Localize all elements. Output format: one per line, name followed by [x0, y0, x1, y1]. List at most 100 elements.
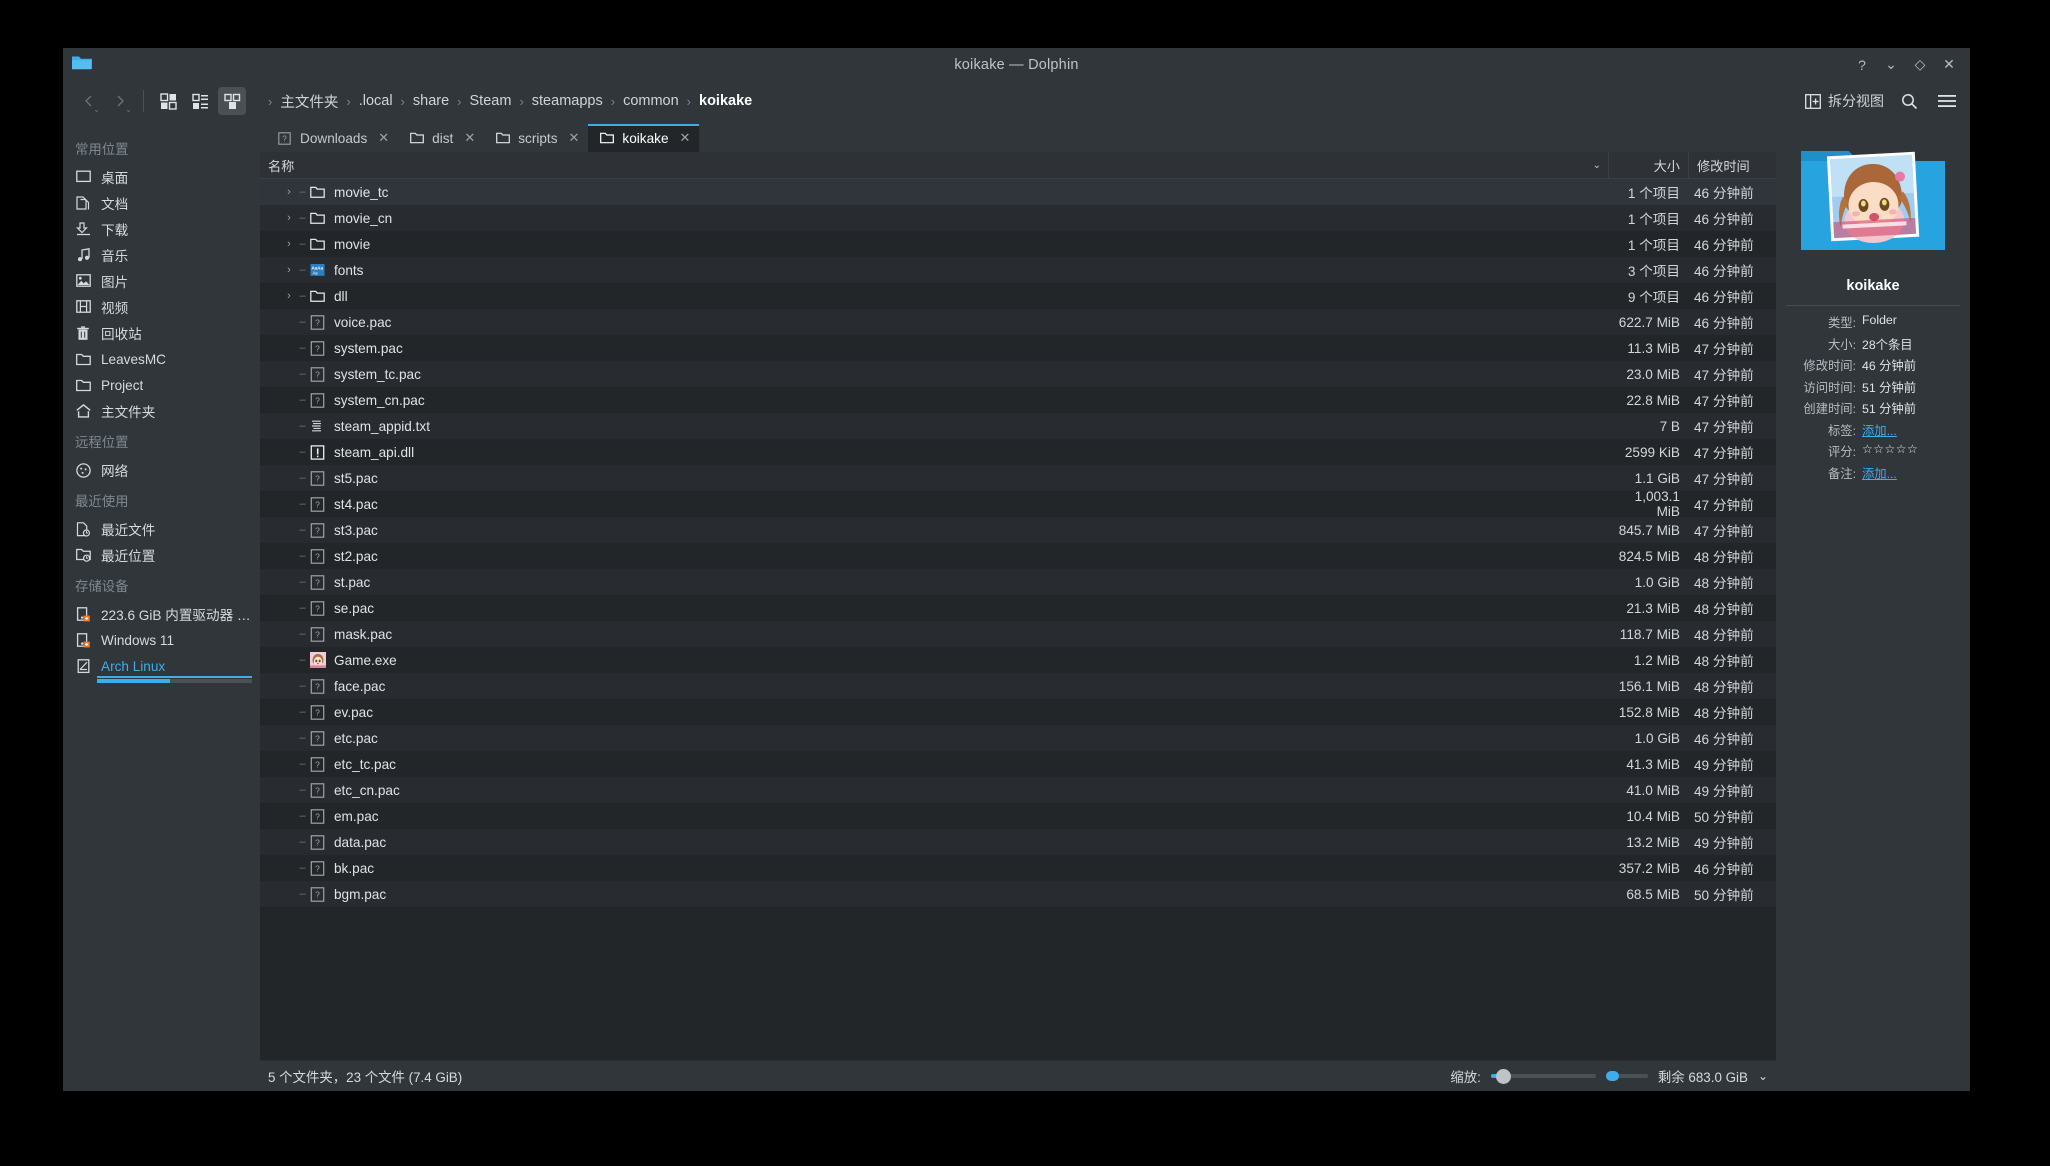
tab-koikake[interactable]: koikake ✕: [588, 124, 700, 152]
breadcrumb-item-6[interactable]: koikake: [698, 91, 753, 111]
column-header-date[interactable]: 修改时间: [1688, 151, 1776, 179]
table-row[interactable]: –? system.pac 11.3 MiB 47 分钟前: [260, 335, 1776, 361]
tab-close-icon[interactable]: ✕: [378, 130, 389, 146]
table-row[interactable]: – Game.exe 1.2 MiB 48 分钟前: [260, 647, 1776, 673]
tab-close-icon[interactable]: ✕: [680, 130, 691, 146]
table-row[interactable]: –? st3.pac 845.7 MiB 47 分钟前: [260, 517, 1776, 543]
tab-close-icon[interactable]: ✕: [464, 130, 475, 146]
info-value-link[interactable]: 添加...: [1862, 464, 1897, 482]
table-row[interactable]: –? st.pac 1.0 GiB 48 分钟前: [260, 569, 1776, 595]
forward-history-caret-icon[interactable]: ⌄: [125, 105, 132, 114]
status-expand-caret-icon[interactable]: ⌄: [1758, 1069, 1768, 1083]
column-header-name[interactable]: 名称 ⌄: [260, 152, 1608, 179]
table-row[interactable]: › – movie 1 个项目 46 分钟前: [260, 231, 1776, 257]
sort-caret-icon[interactable]: ⌄: [1593, 160, 1601, 171]
table-row[interactable]: –? data.pac 13.2 MiB 49 分钟前: [260, 829, 1776, 855]
table-row[interactable]: –? system_cn.pac 22.8 MiB 47 分钟前: [260, 387, 1776, 413]
add-tag-link[interactable]: 添加...: [1862, 424, 1897, 438]
tab-downloads[interactable]: ? Downloads ✕: [266, 124, 399, 152]
table-row[interactable]: –? bk.pac 357.2 MiB 46 分钟前: [260, 855, 1776, 881]
tab-dist[interactable]: dist ✕: [398, 124, 485, 152]
sidebar-item-internal-drive[interactable]: 223.6 GiB 内置驱动器 (sda1): [63, 601, 260, 627]
table-row[interactable]: › – AaAa Aa fonts 3 个项目 46 分钟前: [260, 257, 1776, 283]
table-row[interactable]: –? face.pac 156.1 MiB 48 分钟前: [260, 673, 1776, 699]
table-row[interactable]: › – movie_tc 1 个项目 46 分钟前: [260, 179, 1776, 205]
table-row[interactable]: –? system_tc.pac 23.0 MiB 47 分钟前: [260, 361, 1776, 387]
tab-scripts[interactable]: scripts ✕: [484, 124, 589, 152]
table-row[interactable]: –? mask.pac 118.7 MiB 48 分钟前: [260, 621, 1776, 647]
table-row[interactable]: –? ev.pac 152.8 MiB 48 分钟前: [260, 699, 1776, 725]
table-row[interactable]: – steam_api.dll 2599 KiB 47 分钟前: [260, 439, 1776, 465]
sidebar-item-music[interactable]: 音乐: [63, 242, 260, 268]
sidebar-item-documents[interactable]: 文档: [63, 190, 260, 216]
secondary-slider[interactable]: [1605, 1067, 1648, 1085]
table-row[interactable]: –? st4.pac 1,003.1 MiB 47 分钟前: [260, 489, 1776, 519]
table-row[interactable]: –? voice.pac 622.7 MiB 46 分钟前: [260, 309, 1776, 335]
file-name-cell: – steam_appid.txt: [260, 418, 1608, 435]
expand-arrow-icon[interactable]: ›: [282, 238, 296, 250]
secondary-slider-handle[interactable]: [1605, 1071, 1619, 1081]
file-list[interactable]: › – movie_tc 1 个项目 46 分钟前 › – movie_cn 1 个项目 46 分…: [260, 179, 1776, 1060]
breadcrumb-item-3[interactable]: Steam: [469, 91, 513, 111]
table-row[interactable]: –? st5.pac 1.1 GiB 47 分钟前: [260, 465, 1776, 491]
view-compact-button[interactable]: [186, 87, 214, 115]
split-view-button[interactable]: 拆分视图: [1805, 91, 1884, 111]
sidebar-item-arch-linux[interactable]: Arch Linux: [63, 653, 260, 679]
sidebar-item-home[interactable]: 主文件夹: [63, 398, 260, 424]
expand-arrow-icon[interactable]: ›: [282, 212, 296, 224]
forward-button[interactable]: ⌄: [105, 87, 135, 115]
sidebar-item-leavesmc[interactable]: LeavesMC: [63, 346, 260, 372]
sidebar-item-pictures[interactable]: 图片: [63, 268, 260, 294]
breadcrumb-item-4[interactable]: steamapps: [531, 91, 604, 111]
sidebar-item-desktop[interactable]: 桌面: [63, 164, 260, 190]
table-row[interactable]: – steam_appid.txt 7 B 47 分钟前: [260, 413, 1776, 439]
sidebar-item-trash[interactable]: 回收站: [63, 320, 260, 346]
table-row[interactable]: › – movie_cn 1 个项目 46 分钟前: [260, 205, 1776, 231]
help-button[interactable]: ?: [1849, 52, 1875, 78]
view-icons-button[interactable]: [154, 87, 182, 115]
rating-stars[interactable]: ☆☆☆☆☆: [1862, 442, 1918, 456]
close-button[interactable]: ✕: [1936, 52, 1962, 78]
breadcrumb-item-0[interactable]: 主文件夹: [279, 89, 339, 114]
breadcrumb-item-2[interactable]: share: [412, 91, 450, 111]
sidebar-item-downloads[interactable]: 下载: [63, 216, 260, 242]
zoom-slider[interactable]: [1490, 1067, 1596, 1085]
zoom-slider-handle[interactable]: [1495, 1068, 1511, 1084]
expand-arrow-icon[interactable]: ›: [282, 264, 296, 276]
breadcrumb-item-5[interactable]: common: [622, 91, 680, 111]
sidebar-item-recent-files[interactable]: 最近文件: [63, 516, 260, 542]
info-value-link[interactable]: 添加...: [1862, 421, 1897, 439]
minimize-button[interactable]: ⌄: [1878, 52, 1904, 78]
file-name-cell: –? st2.pac: [260, 548, 1608, 565]
view-details-button[interactable]: [218, 87, 246, 115]
table-row[interactable]: –? etc.pac 1.0 GiB 46 分钟前: [260, 725, 1776, 751]
table-row[interactable]: –? se.pac 21.3 MiB 48 分钟前: [260, 595, 1776, 621]
add-comment-link[interactable]: 添加...: [1862, 467, 1897, 481]
table-row[interactable]: –? bgm.pac 68.5 MiB 50 分钟前: [260, 881, 1776, 907]
table-row[interactable]: –? etc_cn.pac 41.0 MiB 49 分钟前: [260, 777, 1776, 803]
table-row[interactable]: –? st2.pac 824.5 MiB 48 分钟前: [260, 543, 1776, 569]
back-history-caret-icon[interactable]: ⌄: [93, 105, 100, 114]
sidebar-item-project[interactable]: Project: [63, 372, 260, 398]
back-button[interactable]: ⌄: [73, 87, 103, 115]
svg-text:?: ?: [315, 499, 320, 509]
tab-label: dist: [432, 130, 454, 146]
sidebar-item-videos[interactable]: 视频: [63, 294, 260, 320]
file-name-cell: –? st.pac: [260, 574, 1608, 591]
maximize-button[interactable]: ◇: [1907, 52, 1933, 78]
expand-arrow-icon[interactable]: ›: [282, 290, 296, 302]
search-icon[interactable]: [1896, 88, 1922, 114]
tab-close-icon[interactable]: ✕: [569, 130, 580, 146]
expand-arrow-icon[interactable]: ›: [282, 186, 296, 198]
sidebar-item-recent-locations[interactable]: 最近位置: [63, 542, 260, 568]
column-header-size[interactable]: 大小: [1608, 151, 1688, 179]
breadcrumb-item-1[interactable]: .local: [358, 91, 394, 111]
sidebar-item-network[interactable]: 网络: [63, 457, 260, 483]
sidebar-item-windows-11[interactable]: Windows 11: [63, 627, 260, 653]
tree-line-icon: –: [299, 212, 306, 224]
table-row[interactable]: › – dll 9 个项目 46 分钟前: [260, 283, 1776, 309]
table-row[interactable]: –? em.pac 10.4 MiB 50 分钟前: [260, 803, 1776, 829]
file-name-cell: –? se.pac: [260, 600, 1608, 617]
table-row[interactable]: –? etc_tc.pac 41.3 MiB 49 分钟前: [260, 751, 1776, 777]
hamburger-menu-icon[interactable]: [1934, 88, 1960, 114]
